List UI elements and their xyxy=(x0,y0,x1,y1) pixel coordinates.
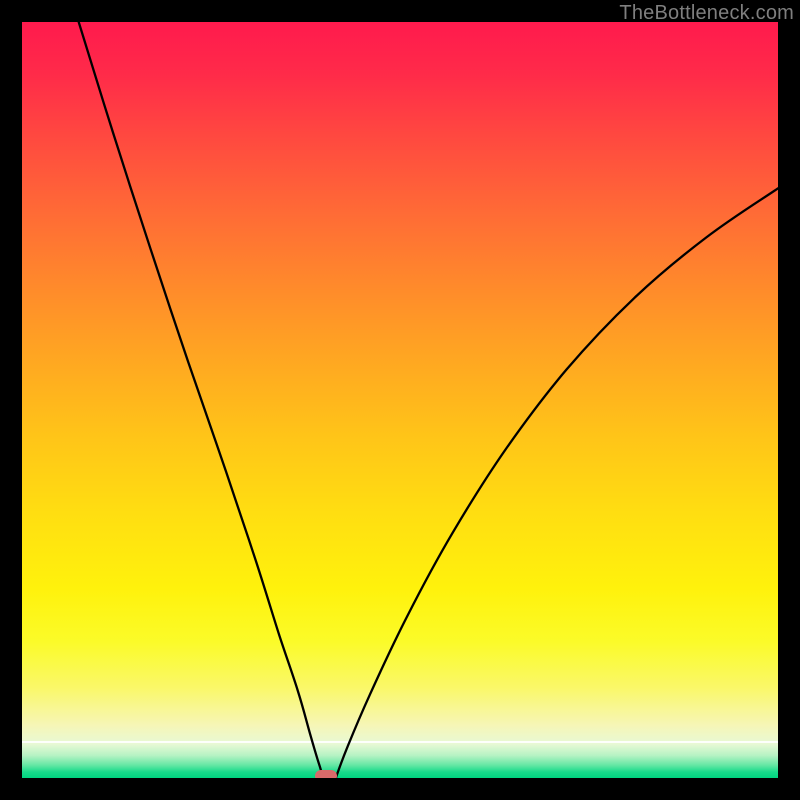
watermark-text: TheBottleneck.com xyxy=(619,2,794,25)
optimal-marker xyxy=(315,770,337,778)
chart-container: { "watermark": "TheBottleneck.com", "plo… xyxy=(0,0,800,800)
plot-area xyxy=(22,22,778,778)
bottleneck-curve xyxy=(22,22,778,778)
